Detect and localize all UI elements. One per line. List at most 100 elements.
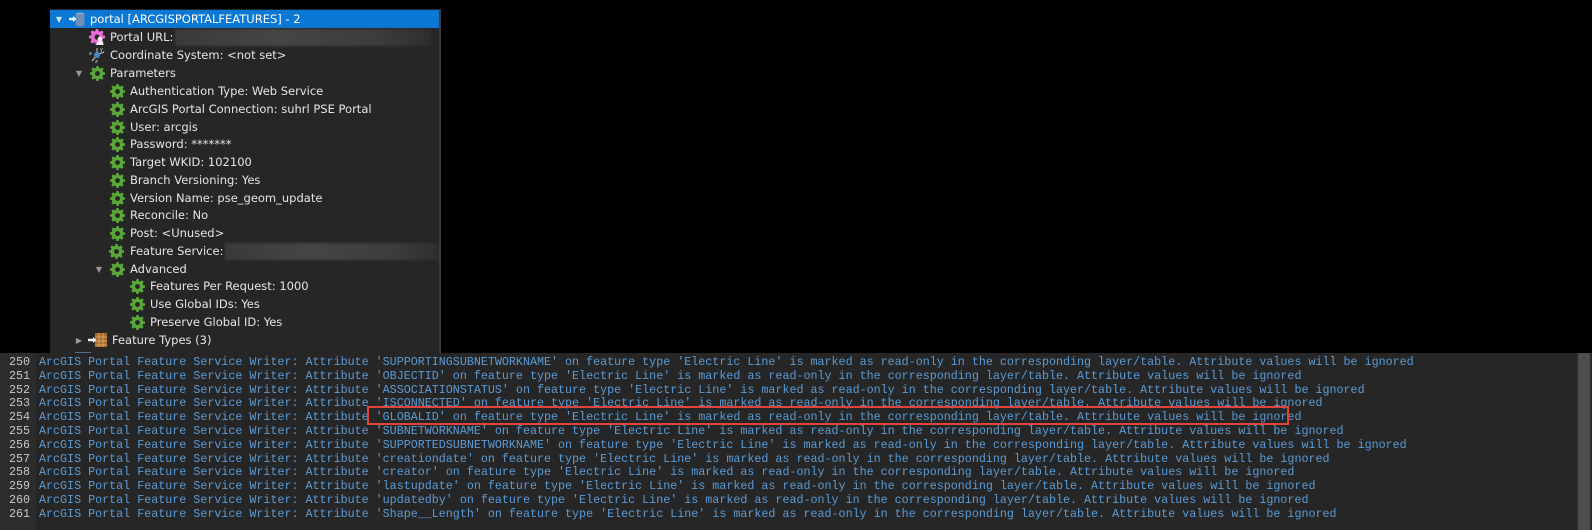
log-text: ArcGIS Portal Feature Service Writer: At…: [39, 479, 1316, 494]
tree-item-parameter[interactable]: Features Per Request: 1000: [50, 277, 439, 295]
chevron-down-icon[interactable]: ▼: [74, 69, 84, 78]
line-number: 256: [8, 437, 30, 452]
log-text: ArcGIS Portal Feature Service Writer: At…: [39, 451, 1330, 466]
gear-icon: [108, 261, 126, 277]
tree-item-parameter[interactable]: User: arcgis: [50, 118, 439, 136]
feature-types-icon: [88, 332, 108, 348]
tree-item-label: Coordinate System: <not set>: [110, 48, 287, 62]
tree-item-parameter[interactable]: Reconcile: No: [50, 206, 439, 224]
log-line[interactable]: 257 ArcGIS Portal Feature Service Writer:…: [0, 452, 1330, 466]
tree-item-label: Reconcile: No: [130, 208, 209, 222]
tree-item-label: Use Global IDs: Yes: [150, 297, 260, 311]
log-text: ArcGIS Portal Feature Service Writer: At…: [39, 368, 1302, 383]
tree-item-coordinate-system[interactable]: x y z Coordinate System: <not set>: [50, 46, 439, 64]
gear-icon: [128, 296, 146, 312]
tree-item-label: Feature Types (3): [112, 333, 212, 347]
chevron-down-icon[interactable]: ▼: [94, 265, 104, 274]
workspace-tree: ▼ portal [ARCGISPORTALFEATURES] - 2 Port…: [50, 9, 441, 354]
tree-item-parameter[interactable]: Post: <Unused>: [50, 224, 439, 242]
log-text: ArcGIS Portal Feature Service Writer: At…: [39, 354, 1414, 369]
line-number: 250: [8, 354, 30, 369]
chevron-right-icon[interactable]: ▶: [74, 336, 84, 345]
tree-item-label: Parameters: [110, 66, 176, 80]
tree-item-parameter[interactable]: Use Global IDs: Yes: [50, 295, 439, 313]
gear-icon: [128, 278, 146, 294]
line-number: 252: [8, 382, 30, 397]
line-number: 255: [8, 423, 30, 438]
log-text: ArcGIS Portal Feature Service Writer: At…: [39, 410, 1302, 425]
gear-icon: [108, 154, 126, 170]
svg-text:y: y: [100, 47, 103, 53]
log-line-highlighted[interactable]: 254 ArcGIS Portal Feature Service Writer:…: [0, 410, 1302, 425]
tree-item-label: Portal URL:: [110, 30, 174, 44]
translation-log: 250 ArcGIS Portal Feature Service Writer:…: [0, 353, 1592, 530]
gear-icon: [108, 172, 126, 188]
tree-item-label: Feature Service:: [129, 244, 224, 258]
log-text: ArcGIS Portal Feature Service Writer: At…: [39, 506, 1337, 521]
log-line[interactable]: 258 ArcGIS Portal Feature Service Writer:…: [0, 465, 1295, 480]
gear-icon: [128, 314, 146, 330]
tree-item-parameter[interactable]: Feature Service:: [50, 242, 439, 260]
line-number: 259: [8, 479, 30, 494]
coordinate-system-icon: x y z: [88, 47, 106, 63]
tree-item-label: Version Name: pse_geom_update: [130, 191, 323, 205]
database-writer-icon: [68, 11, 86, 27]
tree-item-parameter[interactable]: Preserve Global ID: Yes: [50, 313, 439, 331]
tree-item-label: Preserve Global ID: Yes: [150, 315, 283, 329]
tree-item-portal-url[interactable]: Portal URL:: [50, 28, 439, 46]
gear-icon: [108, 101, 126, 117]
tree-item-parameter[interactable]: ArcGIS Portal Connection: suhrl PSE Port…: [50, 100, 439, 118]
gear-icon: [108, 83, 126, 99]
chevron-down-icon[interactable]: ▼: [54, 15, 64, 24]
svg-text:x: x: [89, 51, 92, 57]
gear-icon: [108, 243, 126, 259]
user-gear-icon: [88, 29, 106, 45]
redacted-value: [225, 242, 439, 260]
log-line[interactable]: 253 ArcGIS Portal Feature Service Writer:…: [0, 396, 1323, 410]
log-line[interactable]: 252 ArcGIS Portal Feature Service Writer:…: [0, 383, 1365, 397]
log-scrollbar[interactable]: [1576, 353, 1592, 530]
log-line[interactable]: 261 ArcGIS Portal Feature Service Writer:…: [0, 507, 1337, 521]
tree-item-parameter[interactable]: Branch Versioning: Yes: [50, 171, 439, 189]
gear-icon: [108, 207, 126, 223]
gear-icon: [108, 225, 126, 241]
tree-item-label: Password: *******: [130, 137, 232, 151]
line-number: 251: [8, 368, 30, 383]
gear-icon: [108, 136, 126, 152]
tree-item-advanced[interactable]: ▼ Advanced: [50, 260, 439, 278]
gear-icon: [88, 65, 106, 81]
tree-item-feature-types[interactable]: ▶ Feature Types (3): [50, 331, 439, 349]
log-line[interactable]: 250 ArcGIS Portal Feature Service Writer:…: [0, 355, 1414, 369]
line-number: 260: [8, 492, 30, 507]
tree-item-portal-writer[interactable]: ▼ portal [ARCGISPORTALFEATURES] - 2: [50, 10, 439, 28]
line-number: 258: [8, 465, 30, 480]
tree-item-label: Authentication Type: Web Service: [130, 84, 324, 98]
tree-item-label: Branch Versioning: Yes: [130, 173, 261, 187]
tree-item-parameters[interactable]: ▼ Parameters: [50, 64, 439, 82]
log-line[interactable]: 260 ArcGIS Portal Feature Service Writer:…: [0, 492, 1309, 507]
line-number: 254: [8, 410, 30, 425]
log-text: ArcGIS Portal Feature Service Writer: At…: [39, 465, 1295, 480]
tree-item-label: Target WKID: 102100: [130, 155, 252, 169]
line-number: 253: [8, 396, 30, 411]
tree-item-parameter[interactable]: Authentication Type: Web Service: [50, 82, 439, 100]
scrollbar-thumb[interactable]: [1578, 353, 1590, 530]
tree-item-label: Features Per Request: 1000: [150, 279, 309, 293]
tree-item-parameter[interactable]: Target WKID: 102100: [50, 153, 439, 171]
svg-text:z: z: [95, 59, 98, 63]
tree-item-label: portal [ARCGISPORTALFEATURES] - 2: [90, 12, 301, 26]
line-number: 257: [8, 451, 30, 466]
log-line[interactable]: 251 ArcGIS Portal Feature Service Writer:…: [0, 368, 1302, 383]
log-line[interactable]: 256 ArcGIS Portal Feature Service Writer:…: [0, 438, 1407, 452]
tree-item-label: Post: <Unused>: [130, 226, 225, 240]
log-text: ArcGIS Portal Feature Service Writer: At…: [39, 492, 1309, 507]
tree-item-label: User: arcgis: [130, 120, 198, 134]
log-line[interactable]: 259 ArcGIS Portal Feature Service Writer:…: [0, 479, 1316, 494]
log-text: ArcGIS Portal Feature Service Writer: At…: [39, 382, 1365, 397]
redacted-value: [175, 28, 432, 46]
tree-item-parameter[interactable]: Password: *******: [50, 135, 439, 153]
tree-item-parameter[interactable]: Version Name: pse_geom_update: [50, 189, 439, 207]
log-text: ArcGIS Portal Feature Service Writer: At…: [39, 437, 1407, 452]
log-line[interactable]: 255 ArcGIS Portal Feature Service Writer:…: [0, 424, 1344, 438]
gear-icon: [108, 119, 126, 135]
